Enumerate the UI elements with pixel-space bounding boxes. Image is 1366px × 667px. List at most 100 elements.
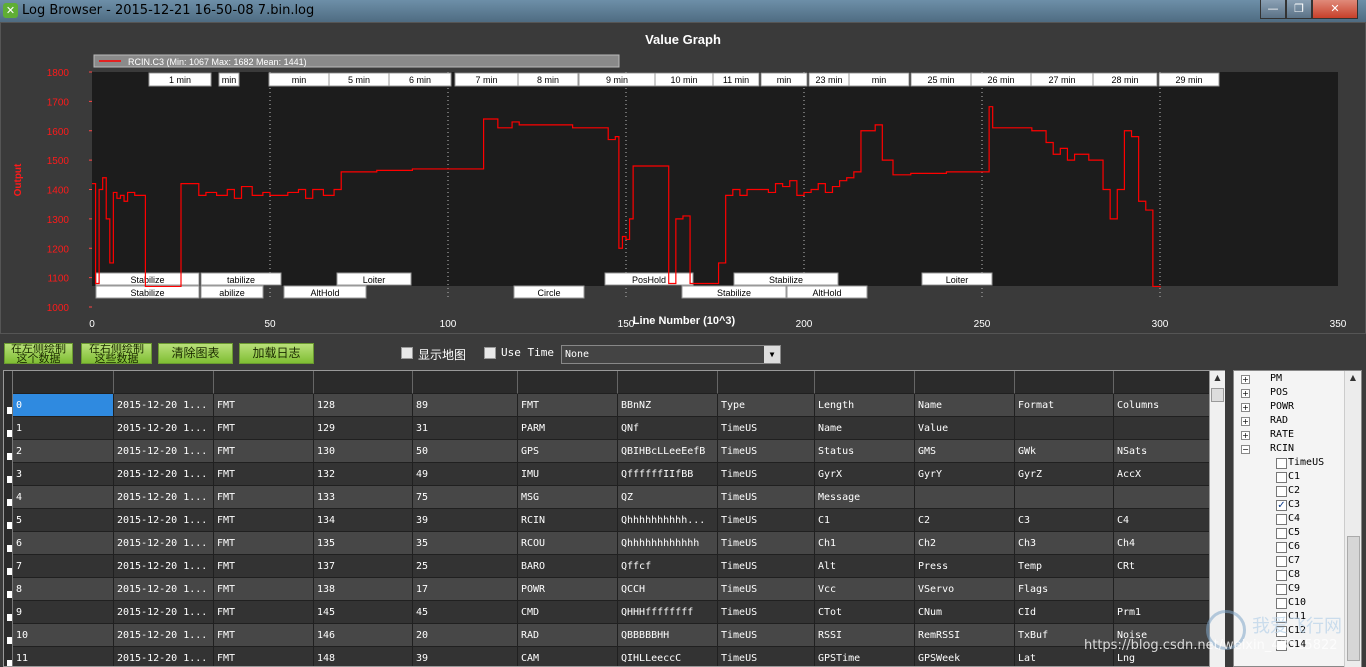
table-row[interactable]: 8 2015-12-20 1... FMT 138 17 POWR QCCH TimeUS Vc… [4, 578, 1224, 601]
table-cell[interactable]: 3 [13, 463, 114, 486]
table-cell[interactable]: PARM [518, 417, 618, 440]
table-cell[interactable]: TimeUS [718, 624, 815, 647]
table-cell[interactable] [1114, 578, 1210, 601]
tree-field-c9[interactable]: C9 [1288, 583, 1300, 594]
tree-group-rate[interactable]: RATE [1270, 429, 1294, 440]
table-cell[interactable]: 35 [413, 532, 518, 555]
table-cell[interactable]: CTot [815, 601, 915, 624]
scrollbar-thumb[interactable] [1211, 388, 1224, 402]
table-cell[interactable]: TimeUS [718, 647, 815, 666]
table-cell[interactable]: GMS [915, 440, 1015, 463]
table-cell[interactable] [1015, 417, 1114, 440]
tree-vertical-scrollbar[interactable]: ▲ [1344, 371, 1361, 667]
scroll-up-icon[interactable]: ▲ [1345, 371, 1361, 385]
table-cell[interactable]: BBnNZ [618, 394, 718, 417]
table-cell[interactable]: FMT [214, 578, 314, 601]
table-cell[interactable]: FMT [214, 601, 314, 624]
column-header[interactable] [214, 371, 314, 394]
plot-area[interactable] [92, 72, 1338, 286]
column-header[interactable] [718, 371, 815, 394]
tree-checkbox[interactable] [1276, 570, 1287, 581]
table-cell[interactable]: Status [815, 440, 915, 463]
table-cell[interactable]: GyrX [815, 463, 915, 486]
table-cell[interactable]: 1 [13, 417, 114, 440]
table-cell[interactable]: GyrY [915, 463, 1015, 486]
table-row[interactable]: 4 2015-12-20 1... FMT 133 75 MSG QZ TimeUS Messa… [4, 486, 1224, 509]
tree-group-powr[interactable]: POWR [1270, 401, 1294, 412]
table-row[interactable]: 7 2015-12-20 1... FMT 137 25 BARO Qffcf TimeUS A… [4, 555, 1224, 578]
table-cell[interactable]: 4 [13, 486, 114, 509]
table-cell[interactable]: 135 [314, 532, 413, 555]
table-row[interactable]: 3 2015-12-20 1... FMT 132 49 IMU QffffffIIfBB T… [4, 463, 1224, 486]
table-cell[interactable]: TimeUS [718, 463, 815, 486]
table-cell[interactable]: 20 [413, 624, 518, 647]
table-cell[interactable]: 2015-12-20 1... [114, 486, 214, 509]
table-cell[interactable]: Format [1015, 394, 1114, 417]
log-data-grid[interactable]: 0 2015-12-20 1... FMT 128 89 FMT BBnNZ Type Leng… [3, 370, 1225, 667]
table-cell[interactable]: QNf [618, 417, 718, 440]
table-cell[interactable]: 146 [314, 624, 413, 647]
tree-field-timeus[interactable]: TimeUS [1288, 457, 1324, 468]
row-header[interactable] [4, 486, 13, 509]
load-log-button[interactable]: 加载日志 [239, 343, 314, 364]
table-cell[interactable]: QBIHBcLLeeEefB [618, 440, 718, 463]
tree-field-c10[interactable]: C10 [1288, 597, 1306, 608]
table-cell[interactable]: Alt [815, 555, 915, 578]
table-cell[interactable]: 17 [413, 578, 518, 601]
tree-expander-icon[interactable]: − [1241, 445, 1250, 454]
table-cell[interactable]: TimeUS [718, 509, 815, 532]
table-cell[interactable]: Qhhhhhhhhhh... [618, 509, 718, 532]
table-row[interactable]: 1 2015-12-20 1... FMT 129 31 PARM QNf TimeUS Nam… [4, 417, 1224, 440]
close-button[interactable]: ✕ [1312, 0, 1358, 19]
tree-field-c8[interactable]: C8 [1288, 569, 1300, 580]
column-header[interactable] [413, 371, 518, 394]
table-cell[interactable]: 133 [314, 486, 413, 509]
table-cell[interactable]: FMT [214, 624, 314, 647]
table-cell[interactable]: Qffcf [618, 555, 718, 578]
table-cell[interactable]: CNum [915, 601, 1015, 624]
plot-right-button[interactable]: 在右侧绘制 这些数据 [81, 343, 152, 364]
table-cell[interactable]: 89 [413, 394, 518, 417]
table-cell[interactable] [915, 486, 1015, 509]
table-cell[interactable]: CRt [1114, 555, 1210, 578]
tree-checkbox[interactable] [1276, 542, 1287, 553]
table-cell[interactable] [1114, 417, 1210, 440]
scrollbar-thumb[interactable] [1347, 536, 1360, 661]
table-cell[interactable]: QHHHffffffff [618, 601, 718, 624]
tree-group-rad[interactable]: RAD [1270, 415, 1288, 426]
table-cell[interactable]: RSSI [815, 624, 915, 647]
table-cell[interactable]: Ch2 [915, 532, 1015, 555]
table-cell[interactable]: 2015-12-20 1... [114, 394, 214, 417]
table-cell[interactable]: MSG [518, 486, 618, 509]
table-cell[interactable]: 128 [314, 394, 413, 417]
row-header[interactable] [4, 394, 13, 417]
table-cell[interactable]: C3 [1015, 509, 1114, 532]
table-cell[interactable]: FMT [214, 555, 314, 578]
table-cell[interactable]: CMD [518, 601, 618, 624]
table-cell[interactable]: 9 [13, 601, 114, 624]
table-cell[interactable]: 129 [314, 417, 413, 440]
table-cell[interactable]: 134 [314, 509, 413, 532]
table-cell[interactable]: 2015-12-20 1... [114, 578, 214, 601]
table-cell[interactable]: AccX [1114, 463, 1210, 486]
table-row[interactable]: 10 2015-12-20 1... FMT 146 20 RAD QBBBBBHH Time… [4, 624, 1224, 647]
table-cell[interactable]: GWk [1015, 440, 1114, 463]
row-header[interactable] [4, 532, 13, 555]
table-cell[interactable]: POWR [518, 578, 618, 601]
table-cell[interactable]: 49 [413, 463, 518, 486]
table-cell[interactable]: GPSWeek [915, 647, 1015, 666]
table-cell[interactable]: 6 [13, 532, 114, 555]
table-cell[interactable]: BARO [518, 555, 618, 578]
table-cell[interactable]: 39 [413, 647, 518, 666]
value-graph-chart[interactable]: Value Graph 1000110012001300140015001600… [1, 23, 1366, 335]
table-cell[interactable]: Ch1 [815, 532, 915, 555]
table-row[interactable]: 9 2015-12-20 1... FMT 145 45 CMD QHHHffffffff T… [4, 601, 1224, 624]
use-time-checkbox[interactable] [484, 347, 496, 359]
tree-checkbox[interactable] [1276, 584, 1287, 595]
tree-field-c7[interactable]: C7 [1288, 555, 1300, 566]
table-cell[interactable]: 39 [413, 509, 518, 532]
table-cell[interactable]: Name [915, 394, 1015, 417]
column-header[interactable] [1015, 371, 1114, 394]
table-row[interactable]: 2 2015-12-20 1... FMT 130 50 GPS QBIHBcLLeeEef… [4, 440, 1224, 463]
tree-expander-icon[interactable]: + [1241, 389, 1250, 398]
